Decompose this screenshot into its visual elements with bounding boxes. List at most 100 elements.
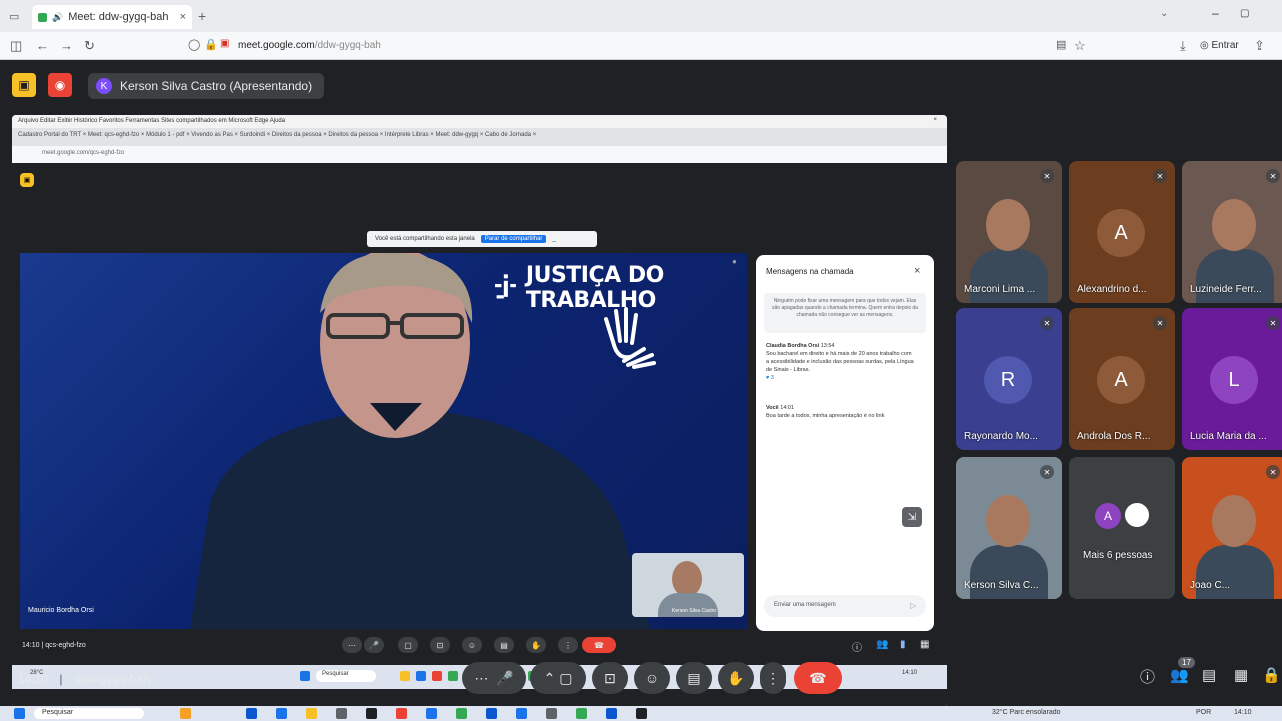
chat-note: Ninguém pode fixar uma mensagem para que… — [764, 293, 926, 333]
url-field[interactable]: meet.google.com/ddw-gygq-bah — [238, 40, 1098, 57]
taskbar-search[interactable]: Pesquisar — [34, 708, 144, 719]
taskbar-app-icon[interactable] — [606, 708, 617, 719]
mic-off-icon: ✕ — [1040, 316, 1054, 330]
participant-tile[interactable]: Joao C... ✕ — [1182, 457, 1282, 599]
mic-off-icon: ✕ — [1266, 169, 1280, 183]
taskbar-app-icon[interactable] — [546, 708, 557, 719]
hand-icon: ✋ — [727, 669, 745, 686]
participant-tile[interactable]: R Rayonardo Mo... ✕ — [956, 308, 1062, 450]
record-icon[interactable]: ◉ — [48, 73, 72, 97]
present-button[interactable]: ⊡ — [592, 662, 628, 694]
back-icon[interactable]: ← — [36, 38, 49, 53]
participant-name: Luzineide Ferr... — [1190, 284, 1262, 295]
forward-icon[interactable]: → — [60, 38, 73, 53]
self-preview: Kerson Silva Castro — [632, 553, 744, 617]
browser-toolbar: ◫ ← → ↻ ◯ 🔒 ▣ meet.google.com/ddw-gygq-b… — [0, 32, 1282, 60]
taskbar-app-icon[interactable] — [366, 708, 377, 719]
taskbar-app-icon[interactable] — [426, 708, 437, 719]
participant-tile[interactable]: L Lucia Maria da ... ✕ — [1182, 308, 1282, 450]
taskbar-app-icon[interactable] — [276, 708, 287, 719]
meeting-details-icon[interactable]: ⓘ — [1140, 666, 1155, 687]
participant-video — [1212, 199, 1256, 251]
inner-camera-icon: ▢ — [398, 637, 418, 653]
mic-off-icon: ✕ — [1153, 316, 1167, 330]
participant-tile[interactable]: Marconi Lima ... ✕ — [956, 161, 1062, 303]
participant-tile[interactable]: A Alexandrino d... ✕ — [1069, 161, 1175, 303]
chat-message: Você 14:01 Boa tarde a todos, minha apre… — [766, 405, 885, 419]
presentation-icon[interactable]: ▣ — [12, 73, 36, 97]
emoji-button[interactable]: ☺ — [634, 662, 670, 694]
taskbar-app-icon[interactable] — [516, 708, 527, 719]
meet-control-bar: 14:10 | ddw-gygq-bah ⋯ 🎤 ⌃ ▢ ⊡ ☺ ▤ ✋ ⋮ ☎… — [0, 654, 1282, 704]
more-reactions-button[interactable]: ⋯ 🎤 — [462, 662, 526, 694]
participant-video — [986, 495, 1030, 547]
meet-favicon-icon — [38, 12, 47, 22]
inner-chat-icon: ▮ — [900, 639, 906, 650]
participant-tile[interactable]: A Androla Dos R... ✕ — [1069, 308, 1175, 450]
participant-name: Mais 6 pessoas — [1083, 550, 1153, 561]
taskbar-app-icon[interactable] — [486, 708, 497, 719]
reload-icon[interactable]: ↻ — [84, 38, 95, 54]
tab-actions-icon[interactable]: ▭ — [9, 10, 19, 23]
participant-tile[interactable]: A Mais 6 pessoas — [1069, 457, 1175, 599]
participant-avatar: A — [1097, 356, 1145, 404]
raise-hand-button[interactable]: ✋ — [718, 662, 754, 694]
browser-tab[interactable]: 🔊 Meet: ddw-gygq-bah × — [32, 5, 192, 29]
taskbar-app-icon[interactable] — [306, 708, 317, 719]
language-indicator[interactable]: POR — [1196, 709, 1211, 716]
camera-button[interactable]: ⌃ ▢ — [530, 662, 586, 694]
account-button[interactable]: ◎ Entrar — [1200, 40, 1239, 51]
more-options-button[interactable]: ⋮ — [760, 662, 786, 694]
inner-close-icon: × — [933, 117, 937, 123]
people-icon[interactable]: 👥 — [1170, 666, 1189, 684]
inner-mic-icon: 🎤 — [364, 637, 384, 653]
sound-icon: 🔊 — [52, 11, 64, 22]
meeting-info: 14:10 | ddw-gygq-bah — [18, 672, 150, 686]
tab-list-icon[interactable]: ⌄ — [1160, 8, 1168, 19]
participant-tile[interactable]: Luzineide Ferr... ✕ — [1182, 161, 1282, 303]
share-icon[interactable]: ⇪ — [1254, 38, 1265, 54]
taskbar-app-icon[interactable] — [336, 708, 347, 719]
inner-address-bar: meet.google.com/qcs-eghd-fzo — [12, 146, 947, 163]
close-tab-icon[interactable]: × — [180, 11, 186, 23]
maximize-icon[interactable]: ▢ — [1240, 8, 1249, 19]
mic-off-icon: ✕ — [1040, 169, 1054, 183]
new-tab-icon[interactable]: + — [198, 8, 206, 24]
participant-tile[interactable]: Kerson Silva C... ✕ — [956, 457, 1062, 599]
reader-icon[interactable]: ▤ — [1056, 38, 1066, 51]
presenter-chip[interactable]: K Kerson Silva Castro (Apresentando) — [88, 73, 325, 99]
camera-icon: ▢ — [559, 669, 573, 686]
taskbar-clock[interactable]: 14:10 — [1234, 709, 1252, 716]
chat-icon[interactable]: ▤ — [1202, 666, 1216, 684]
participant-avatar: L — [1210, 356, 1258, 404]
activities-icon[interactable]: ▦ — [1234, 666, 1248, 684]
sidebar-icon[interactable]: ◫ — [10, 38, 22, 54]
weather-widget[interactable]: 32°C Parc ensolarado — [992, 709, 1061, 716]
captions-button[interactable]: ▤ — [676, 662, 712, 694]
inner-more-icon: ⋯ — [342, 637, 362, 653]
taskbar-app-icon[interactable] — [636, 708, 647, 719]
chat-close-icon: × — [914, 265, 921, 277]
inner-menu-bar: Arquivo Editar Exibir Histórico Favorito… — [12, 115, 947, 128]
taskbar-app-icon[interactable] — [180, 708, 191, 719]
participant-avatar: A — [1097, 209, 1145, 257]
camera-icon: ▣ — [220, 38, 230, 49]
windows-start-icon[interactable] — [14, 708, 25, 719]
chat-title: Mensagens na chamada — [766, 267, 854, 276]
participant-name: Joao C... — [1190, 580, 1231, 591]
share-banner: Você está compartilhando esta janela Par… — [367, 231, 597, 247]
minimize-icon[interactable]: – — [1212, 6, 1219, 20]
end-call-button[interactable]: ☎ — [794, 662, 842, 694]
taskbar-app-icon[interactable] — [576, 708, 587, 719]
taskbar-app-icon[interactable] — [246, 708, 257, 719]
taskbar-app-icon[interactable] — [456, 708, 467, 719]
tab-title: Meet: ddw-gygq-bah — [68, 11, 169, 23]
host-controls-icon[interactable]: 🔒 — [1262, 666, 1281, 684]
present-screen-icon: ⊡ — [604, 669, 616, 686]
microphone-icon: 🎤 — [496, 669, 514, 686]
download-icon[interactable]: ⤓ — [1180, 38, 1186, 54]
participant-name: Androla Dos R... — [1077, 431, 1151, 442]
bookmark-star-icon[interactable]: ☆ — [1074, 38, 1086, 54]
mic-off-icon: ✕ — [1266, 465, 1280, 479]
taskbar-app-icon[interactable] — [396, 708, 407, 719]
